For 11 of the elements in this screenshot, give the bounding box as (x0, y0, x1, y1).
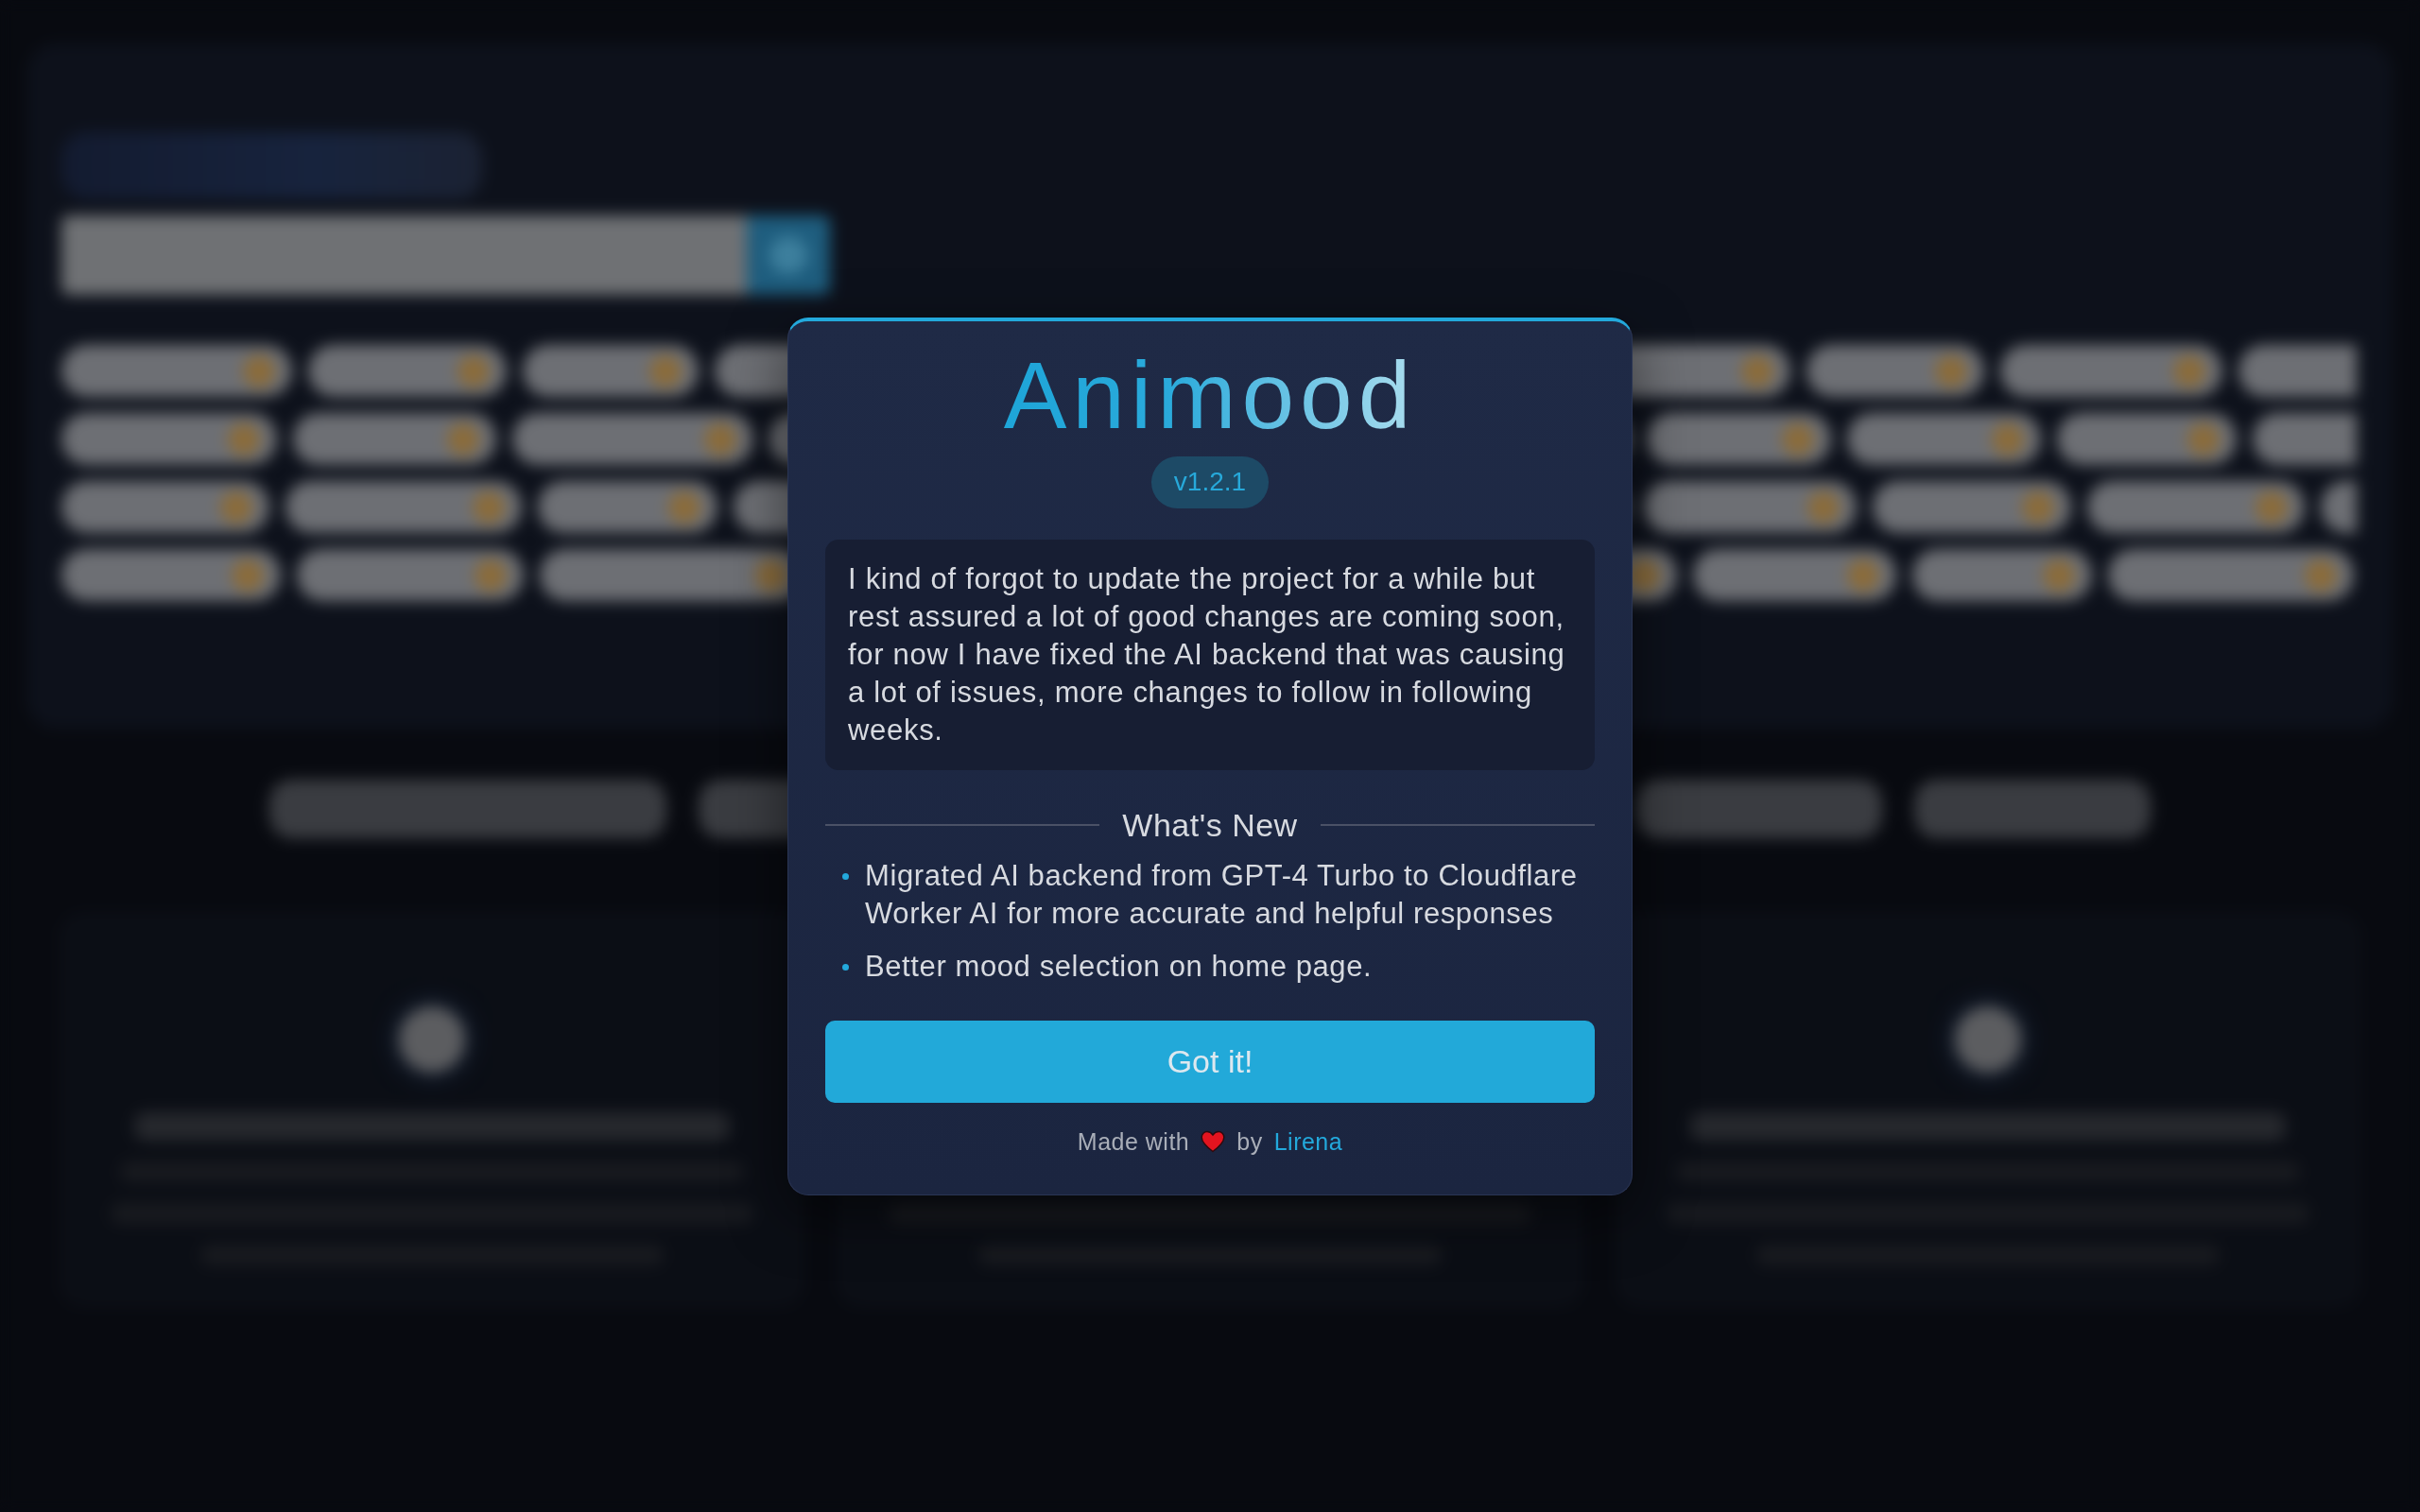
heart-icon (1201, 1129, 1226, 1153)
author-link[interactable]: Lirena (1273, 1126, 1343, 1156)
bullet-icon (842, 872, 849, 880)
section-title: What's New (1122, 805, 1298, 844)
change-item-text: Migrated AI backend from GPT-4 Turbo to Cloudflare Worker AI for more accurate and helpful responses (865, 857, 1579, 932)
change-item-text: Better mood selection on home page. (865, 948, 1373, 985)
footer-text: Made with (1077, 1126, 1190, 1156)
version-badge: v1.2.1 (1150, 455, 1270, 508)
update-message: I kind of forgot to update the project for a while but rest assured a lot of good changes are coming soon, for now I have fixed the AI backend that was causing a lot of issues, more changes to follow in following weeks. (825, 539, 1595, 770)
bullet-icon (842, 963, 849, 971)
footer-text: by (1236, 1126, 1263, 1156)
